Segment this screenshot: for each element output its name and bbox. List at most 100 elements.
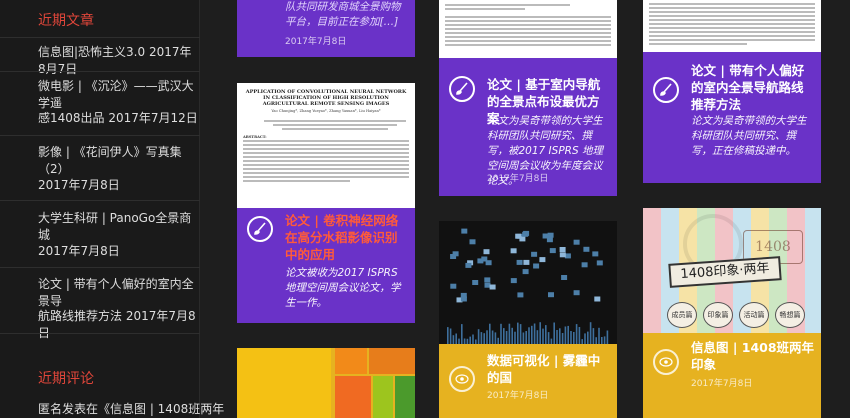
dataviz-bar xyxy=(522,332,525,344)
infographic-circle: 活动篇 xyxy=(739,302,769,328)
dataviz-tile xyxy=(531,251,538,257)
dataviz-bar xyxy=(491,330,494,344)
dataviz-bar xyxy=(486,330,488,344)
dataviz-tile xyxy=(516,259,523,265)
divider xyxy=(0,37,200,38)
paper-thumbnail xyxy=(439,0,617,58)
infographic-thumbnail: 1408 1408印象·两年 成员篇 印象篇 活动篇 畅想篇 xyxy=(643,208,821,333)
dataviz-tile xyxy=(549,248,556,254)
eye-icon xyxy=(653,349,679,375)
dataviz-tile xyxy=(519,236,526,242)
dataviz-bar xyxy=(592,328,595,344)
dataviz-tile xyxy=(522,231,529,237)
post-date: 2017年7月8日 xyxy=(487,174,549,184)
dataviz-tile xyxy=(460,296,467,302)
recent-post-link[interactable]: 微电影 | 《沉沦》——武汉大学遥 xyxy=(38,78,198,112)
treemap-tile xyxy=(369,348,415,374)
dataviz-tile xyxy=(469,239,476,245)
recent-post-link[interactable]: 航路线推荐方法 2017年7月8日 xyxy=(38,308,198,342)
post-card-treemap[interactable] xyxy=(237,348,415,418)
dataviz-bar xyxy=(584,333,586,344)
dataviz-bar xyxy=(505,331,508,344)
post-card-dataviz[interactable]: 数据可视化 | 雾霾中的国 2017年7月8日 xyxy=(439,221,617,418)
post-title[interactable]: 信息图 | 1408班两年印象 xyxy=(691,339,815,373)
dataviz-bar xyxy=(545,325,547,344)
dataviz-tile xyxy=(559,247,566,252)
infographic-circle: 畅想篇 xyxy=(775,302,805,328)
recent-post-link[interactable]: 2017年7月8日 xyxy=(38,177,198,194)
recent-post-link[interactable]: 影像 | 《花间伊人》写真集（2） xyxy=(38,144,198,178)
dataviz-bar xyxy=(573,332,575,344)
divider xyxy=(0,333,200,334)
treemap-tile xyxy=(237,348,331,418)
dataviz-bar xyxy=(503,328,505,344)
dataviz-bar xyxy=(480,332,483,344)
dataviz-bar xyxy=(575,324,578,344)
recent-post-link[interactable]: 2017年7月8日 xyxy=(38,243,198,260)
dataviz-bar xyxy=(559,328,561,344)
post-date: 2017年7月8日 xyxy=(487,391,549,401)
post-card-infographic[interactable]: 1408 1408印象·两年 成员篇 印象篇 活动篇 畅想篇 信息图 | 140… xyxy=(643,208,821,418)
paper-thumbnail xyxy=(643,0,821,52)
infographic-circle: 成员篇 xyxy=(667,302,697,328)
dataviz-tile xyxy=(450,254,457,259)
recent-post-link[interactable]: 大学生科研 | PanoGo全景商城 xyxy=(38,210,198,244)
dataviz-bar xyxy=(578,327,581,344)
dataviz-bar xyxy=(489,323,491,344)
dataviz-tile xyxy=(465,262,472,268)
post-title[interactable]: 论文 | 卷积神经网络在高分水稻影像识别中的应用 xyxy=(285,212,409,263)
dataviz-tile xyxy=(523,259,530,265)
dataviz-bar xyxy=(556,330,558,344)
post-title[interactable]: 数据可视化 | 雾霾中的国 xyxy=(487,352,611,386)
dataviz-bar xyxy=(587,331,589,344)
post-excerpt: 队共同研发商城全景购物平台，目前正在参加[…] xyxy=(285,1,401,28)
dataviz-bar xyxy=(452,335,455,344)
dataviz-thumbnail xyxy=(447,228,609,344)
dataviz-tile xyxy=(573,290,580,296)
recent-post-link[interactable]: 信息图|恐怖主义3.0 2017年8月7日 xyxy=(38,44,198,78)
dataviz-tile xyxy=(596,260,603,266)
post-card-cnn-paper[interactable]: APPLICATION OF CONVOLUTIONAL NEURAL NETW… xyxy=(237,83,415,323)
post-excerpt: 论文被收为2017 ISPRS 地理空间周会议论文，学生一作。 xyxy=(285,267,401,309)
post-card-route-paper[interactable]: 论文 | 基于室内导航的全景点布设最优方案 论文为吴奇带领的大学生科研团队共同研… xyxy=(439,0,617,196)
dataviz-bar xyxy=(483,333,485,344)
dataviz-tile xyxy=(561,275,568,280)
dataviz-tile xyxy=(592,251,599,257)
treemap-tile xyxy=(335,348,367,374)
dataviz-bar xyxy=(570,331,572,344)
dataviz-tile xyxy=(581,262,588,268)
recent-comment-link[interactable]: 匿名发表在《信息图 | 1408班两年 xyxy=(38,400,224,417)
dataviz-bar xyxy=(477,329,480,344)
dataviz-bar xyxy=(542,328,544,344)
dataviz-tile xyxy=(548,292,554,298)
dataviz-tile xyxy=(472,280,479,285)
recent-posts-heading: 近期文章 xyxy=(38,13,94,29)
post-card-top-partial[interactable]: 队共同研发商城全景购物平台，目前正在参加[…] 2017年7月8日 xyxy=(237,0,415,57)
dataviz-bar xyxy=(525,331,527,344)
recent-post-link[interactable]: 论文 | 带有个人偏好的室内全景导 xyxy=(38,276,198,310)
recent-comments-section: 近期评论 xyxy=(0,368,200,388)
divider xyxy=(0,200,200,201)
post-title[interactable]: 论文 | 带有个人偏好的室内全景导航路线推荐方法 xyxy=(691,62,815,113)
recent-comments-heading: 近期评论 xyxy=(38,371,94,387)
dataviz-tile xyxy=(564,253,571,259)
dataviz-tile xyxy=(539,257,546,263)
dataviz-tile xyxy=(510,248,517,254)
dataviz-tile xyxy=(461,228,468,234)
dataviz-bar xyxy=(447,327,449,344)
dataviz-bar xyxy=(517,322,519,344)
post-date: 2017年7月8日 xyxy=(691,379,753,389)
dataviz-tile xyxy=(450,283,457,289)
post-card-pref-paper[interactable]: 论文 | 带有个人偏好的室内全景导航路线推荐方法 论文为吴奇带领的大学生科研团队… xyxy=(643,0,821,183)
dataviz-tile xyxy=(594,296,601,302)
recent-post-link[interactable]: 感1408出品 2017年7月12日 xyxy=(38,110,198,127)
dataviz-bar xyxy=(606,330,609,344)
dataviz-bar xyxy=(561,333,564,344)
dataviz-bar xyxy=(533,323,536,344)
post-excerpt: 论文为吴奇带领的大学生科研团队共同研究、撰写，正在修稿投递中。 xyxy=(691,115,807,157)
dataviz-bar xyxy=(461,324,463,344)
dataviz-bar xyxy=(553,322,555,344)
dataviz-bar xyxy=(494,332,497,344)
dataviz-tile xyxy=(573,239,580,245)
dataviz-bar xyxy=(601,337,603,344)
